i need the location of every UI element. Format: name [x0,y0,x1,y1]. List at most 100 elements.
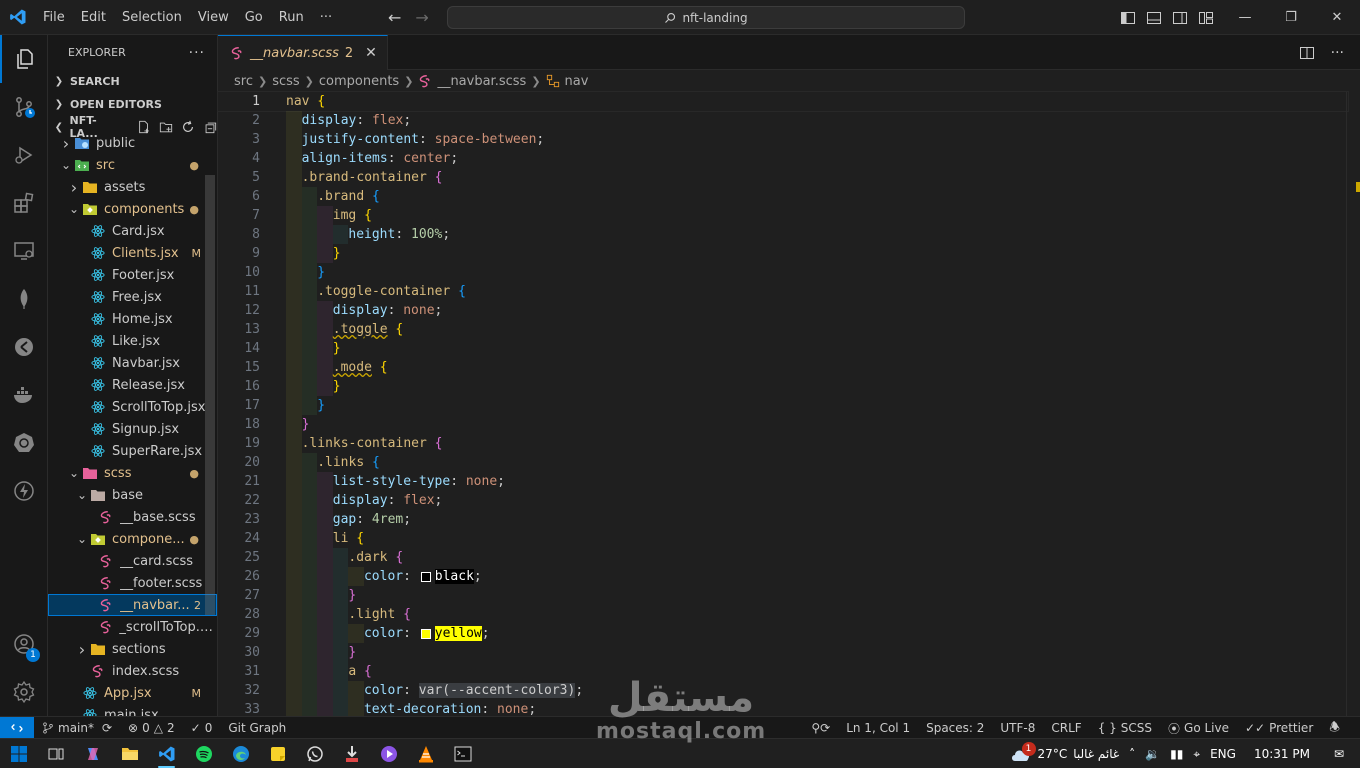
back-arrow-icon[interactable]: ← [388,8,401,27]
breadcrumb-item[interactable]: nav [565,74,589,89]
copilot-icon[interactable] [74,739,111,768]
tree-file[interactable]: __navbar... 2 [48,594,217,616]
code-line[interactable]: 24 li { [218,529,1348,548]
code-line[interactable]: 15 .mode { [218,358,1348,377]
tree-folder[interactable]: › assets [48,176,217,198]
code-line[interactable]: 26 color: black; [218,567,1348,586]
code-editor[interactable]: 1 nav {2 display: flex; 3 justify-content: s… [217,91,1349,719]
code-line[interactable]: 28 .light { [218,605,1348,624]
menu-item[interactable]: Run [271,0,312,35]
code-line[interactable]: 13 .toggle { [218,320,1348,339]
tree-file[interactable]: __footer.scss [48,572,217,594]
code-line[interactable]: 8 height: 100%; [218,225,1348,244]
code-line[interactable]: 21 list-style-type: none; [218,472,1348,491]
docker-icon[interactable] [0,371,48,419]
kubernetes-icon[interactable] [0,419,48,467]
tree-file[interactable]: index.scss [48,660,217,682]
toggle-panel-icon[interactable] [1146,10,1162,26]
sticky-notes-icon[interactable] [259,739,296,768]
code-line[interactable]: 10} [218,263,1348,282]
tree-file[interactable]: Card.jsx [48,220,217,242]
code-line[interactable]: 31 a { [218,662,1348,681]
code-line[interactable]: 18} [218,415,1348,434]
code-line[interactable]: 1 nav { [217,91,1349,112]
code-line[interactable]: 12 display: none; [218,301,1348,320]
code-line[interactable]: 9} [218,244,1348,263]
extensions-icon[interactable] [0,179,48,227]
code-line[interactable]: 3 justify-content: space-between; [218,130,1348,149]
chevron-up-icon[interactable]: ˄ [1129,747,1135,761]
prettier-button[interactable]: ✓✓ Prettier [1237,721,1321,735]
windows-start-icon[interactable] [0,739,37,768]
code-line[interactable]: 5 .brand-container { [218,168,1348,187]
tree-folder[interactable]: ⌄ scss ● [48,462,217,484]
code-line[interactable]: 32 color: var(--accent-color3); [218,681,1348,700]
tree-file[interactable]: ScrollToTop.jsx [48,396,217,418]
tree-file[interactable]: _scrollToTop.s... [48,616,217,638]
breadcrumb-item[interactable]: scss [272,74,299,89]
run-debug-icon[interactable] [0,131,48,179]
tree-file[interactable]: Release.jsx [48,374,217,396]
toggle-primary-sidebar-icon[interactable] [1120,10,1136,26]
code-line[interactable]: 6 .brand { [218,187,1348,206]
git-graph-button[interactable]: Git Graph [220,721,294,735]
color-swatch[interactable] [420,571,431,582]
code-line[interactable]: 2 display: flex; [218,111,1348,130]
remote-indicator-icon[interactable] [0,716,34,739]
code-line[interactable]: 25 .dark { [218,548,1348,567]
minimize-icon[interactable]: — [1222,0,1268,35]
code-line[interactable]: 19 .links-container { [218,434,1348,453]
git-history-icon[interactable] [0,323,48,371]
downloader-icon[interactable] [333,739,370,768]
code-line[interactable]: 7 img { [218,206,1348,225]
code-line[interactable]: 27} [218,586,1348,605]
close-icon[interactable]: ✕ [1314,0,1360,35]
tree-file[interactable]: __card.scss [48,550,217,572]
breadcrumb-item[interactable]: __navbar.scss [437,74,526,89]
cursor-position[interactable]: Ln 1, Col 1 [838,721,918,735]
source-control-icon[interactable] [0,83,48,131]
more-actions-icon[interactable]: ··· [189,45,205,61]
menu-item[interactable]: File [35,0,73,35]
branch-indicator[interactable]: main* ⟳ [34,721,120,735]
menu-item[interactable]: View [190,0,237,35]
tree-file[interactable]: Footer.jsx [48,264,217,286]
tree-file[interactable]: Home.jsx [48,308,217,330]
sidebar-scrollbar[interactable] [205,175,215,615]
tree-folder[interactable]: › public [48,132,217,154]
tree-folder[interactable]: ⌄ src ● [48,154,217,176]
open-editors-section[interactable]: ❯ OPEN EDITORS [48,93,217,115]
tree-folder[interactable]: › sections [48,638,217,660]
ports-indicator[interactable]: ✓ 0 [183,721,221,735]
explorer-icon[interactable] [0,35,48,83]
tree-file[interactable]: main.jsx [48,704,217,716]
forward-arrow-icon[interactable]: → [415,8,428,27]
menu-item[interactable]: Edit [73,0,114,35]
close-tab-icon[interactable]: ✕ [365,45,377,61]
code-line[interactable]: 16} [218,377,1348,396]
tree-file[interactable]: SuperRare.jsx [48,440,217,462]
spotify-icon[interactable] [185,739,222,768]
tree-file[interactable]: Navbar.jsx [48,352,217,374]
breadcrumb-item[interactable]: components [319,74,399,89]
notifications-button[interactable]: 🕭 [1321,718,1348,739]
clock[interactable]: 10:31 PM [1254,747,1310,761]
menu-item[interactable]: Selection [114,0,190,35]
toggle-secondary-sidebar-icon[interactable] [1172,10,1188,26]
terminal-icon[interactable] [444,739,481,768]
tree-file[interactable]: Like.jsx [48,330,217,352]
language-indicator[interactable]: ENG [1210,747,1236,761]
accounts-icon[interactable]: 1 [0,620,48,668]
code-line[interactable]: 22 display: flex; [218,491,1348,510]
more-actions-icon[interactable]: ··· [1331,45,1344,61]
indentation[interactable]: Spaces: 2 [918,721,992,735]
restore-icon[interactable]: ❐ [1268,0,1314,35]
tab-navbar-scss[interactable]: __navbar.scss 2 ✕ [218,35,388,70]
tree-folder[interactable]: ⌄ compone... ● [48,528,217,550]
code-line[interactable]: 23 gap: 4rem; [218,510,1348,529]
code-line[interactable]: 4 align-items: center; [218,149,1348,168]
breadcrumb-item[interactable]: src [234,74,253,89]
battery-icon[interactable]: ▮▮ [1170,747,1183,761]
vscode-taskbar-icon[interactable] [148,739,185,768]
tree-file[interactable]: Clients.jsx M [48,242,217,264]
